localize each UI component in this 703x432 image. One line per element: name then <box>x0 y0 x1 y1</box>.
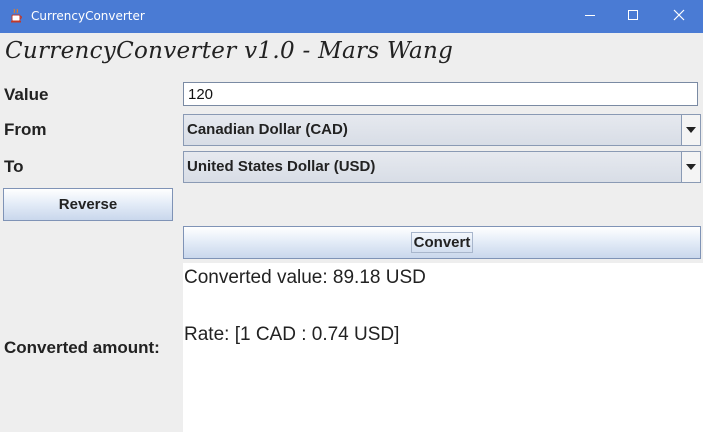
convert-button-label: Convert <box>410 232 474 253</box>
reverse-button[interactable]: Reverse <box>3 188 173 221</box>
value-input[interactable] <box>183 82 698 106</box>
result-panel: Converted value: 89.18 USD Rate: [1 CAD … <box>183 263 703 432</box>
window-title: CurrencyConverter <box>31 9 145 23</box>
from-currency-value: Canadian Dollar (CAD) <box>187 121 348 138</box>
convert-button[interactable]: Convert <box>183 226 701 259</box>
converted-value-text: Converted value: 89.18 USD <box>184 267 426 288</box>
maximize-icon <box>627 8 639 26</box>
title-bar[interactable]: CurrencyConverter <box>0 0 703 33</box>
value-label: Value <box>4 85 49 104</box>
currency-converter-window: CurrencyConverter CurrencyConverter v1.0… <box>0 0 703 432</box>
rate-text: Rate: [1 CAD : 0.74 USD] <box>184 324 400 345</box>
java-cup-icon <box>9 8 25 24</box>
to-currency-select[interactable]: United States Dollar (USD) <box>183 151 701 183</box>
converted-amount-label: Converted amount: <box>4 338 160 357</box>
chevron-down-icon[interactable] <box>681 152 700 182</box>
close-icon <box>673 8 685 26</box>
close-button[interactable] <box>656 0 702 33</box>
chevron-down-icon[interactable] <box>681 115 700 145</box>
from-label: From <box>4 120 47 139</box>
app-heading: CurrencyConverter v1.0 - Mars Wang <box>5 38 454 64</box>
maximize-button[interactable] <box>610 0 656 33</box>
minimize-icon <box>584 8 596 26</box>
minimize-button[interactable] <box>567 0 613 33</box>
to-currency-value: United States Dollar (USD) <box>187 158 376 175</box>
from-currency-select[interactable]: Canadian Dollar (CAD) <box>183 114 701 146</box>
to-label: To <box>4 157 24 176</box>
